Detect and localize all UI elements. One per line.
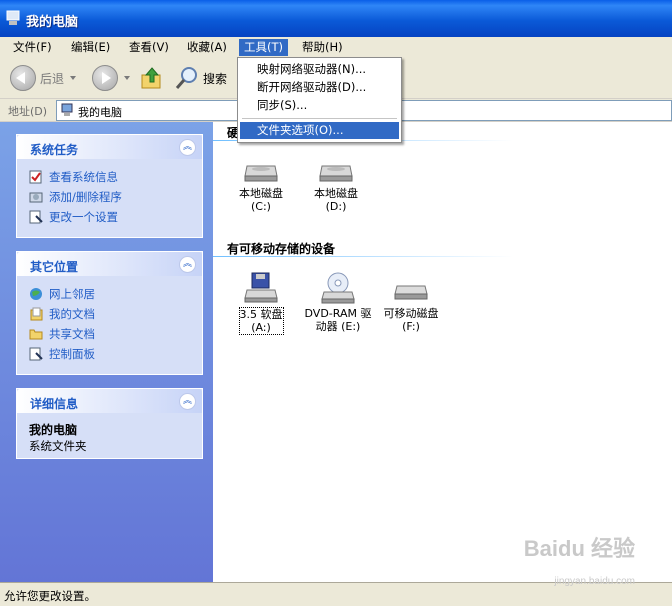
system-tasks-panel: 系统任务 ︽ 查看系统信息 添加/删除程序 更改一个设置	[16, 134, 203, 238]
settings-icon	[29, 210, 43, 224]
panel-header[interactable]: 其它位置 ︽	[17, 252, 202, 276]
panel-header[interactable]: 系统任务 ︽	[17, 135, 202, 159]
link-label: 我的文档	[49, 307, 95, 321]
menu-view[interactable]: 查看(V)	[124, 39, 174, 56]
back-arrow-icon	[10, 65, 36, 91]
drive-label: DVD-RAM 驱动器 (E:)	[304, 307, 372, 333]
hard-drive-icon	[244, 165, 278, 182]
add-remove-programs-icon	[29, 192, 43, 203]
address-label: 地址(D)	[8, 105, 48, 118]
collapse-icon[interactable]: ︽	[179, 139, 196, 156]
link-control-panel[interactable]: 控制面板	[29, 344, 190, 364]
menu-item-map-network-drive[interactable]: 映射网络驱动器(N)...	[240, 61, 399, 78]
drive-d[interactable]: 本地磁盘 (D:)	[301, 158, 371, 213]
panel-title: 系统任务	[30, 143, 79, 157]
drive-label: 3.5 软盘 (A:)	[238, 307, 284, 335]
system-info-icon	[29, 170, 42, 184]
up-folder-button[interactable]	[141, 64, 163, 92]
drive-label: 本地磁盘 (D:)	[314, 187, 358, 213]
drive-label: 可移动磁盘 (F:)	[383, 307, 439, 333]
menu-edit[interactable]: 编辑(E)	[66, 39, 115, 56]
removable-group-title: 有可移动存储的设备	[227, 242, 336, 256]
menu-item-folder-options[interactable]: 文件夹选项(O)...	[240, 122, 399, 139]
link-my-documents[interactable]: 我的文档	[29, 304, 190, 324]
link-network-places[interactable]: 网上邻居	[29, 284, 190, 304]
my-documents-icon	[30, 307, 43, 321]
window-title: 我的电脑	[26, 15, 79, 30]
search-button[interactable]: 搜索	[175, 64, 227, 92]
dvd-drive-icon	[321, 272, 355, 304]
back-button[interactable]: 后退	[10, 64, 77, 92]
collapse-icon[interactable]: ︽	[179, 393, 196, 410]
watermark-text: Baidu 经验	[523, 536, 635, 561]
other-places-panel: 其它位置 ︽ 网上邻居 我的文档 共享文档 控制面板	[16, 251, 203, 375]
task-pane: 系统任务 ︽ 查看系统信息 添加/删除程序 更改一个设置 其它位置 ︽ 网上邻居…	[0, 122, 213, 582]
my-computer-icon	[61, 103, 73, 116]
menu-help[interactable]: 帮助(H)	[297, 39, 348, 56]
menu-item-synchronize[interactable]: 同步(S)...	[240, 97, 399, 114]
link-shared-documents[interactable]: 共享文档	[29, 324, 190, 344]
link-label: 控制面板	[49, 347, 95, 361]
drive-label: 本地磁盘 (C:)	[239, 187, 283, 213]
link-label: 更改一个设置	[49, 210, 118, 224]
my-computer-icon	[6, 10, 20, 25]
collapse-icon[interactable]: ︽	[179, 256, 196, 273]
search-icon	[175, 67, 197, 89]
menu-item-disconnect-network-drive[interactable]: 断开网络驱动器(D)...	[240, 79, 399, 96]
drive-e[interactable]: DVD-RAM 驱动器 (E:)	[302, 272, 374, 333]
back-label: 后退	[40, 71, 65, 86]
link-label: 添加/删除程序	[49, 190, 122, 204]
drive-c[interactable]: 本地磁盘 (C:)	[226, 158, 296, 213]
chevron-down-icon[interactable]	[70, 76, 77, 80]
menu-tools[interactable]: 工具(T)	[239, 39, 288, 56]
search-label: 搜索	[203, 71, 228, 86]
shared-folder-icon	[29, 329, 43, 340]
link-change-setting[interactable]: 更改一个设置	[29, 207, 190, 227]
network-icon	[30, 288, 42, 300]
group-divider	[213, 256, 513, 257]
panel-title: 其它位置	[30, 260, 79, 274]
chevron-down-icon[interactable]	[124, 76, 130, 80]
forward-button[interactable]	[92, 64, 130, 92]
link-add-remove-programs[interactable]: 添加/删除程序	[29, 187, 190, 207]
baidu-watermark: Baidu 经验 jingyan.baidu.com	[515, 531, 635, 587]
control-panel-icon	[29, 347, 43, 361]
link-label: 网上邻居	[49, 287, 95, 301]
panel-header[interactable]: 详细信息 ︽	[17, 389, 202, 413]
tools-dropdown-menu: 映射网络驱动器(N)... 断开网络驱动器(D)... 同步(S)... 文件夹…	[237, 57, 402, 143]
watermark-url: jingyan.baidu.com	[554, 576, 635, 587]
title-bar[interactable]: 我的电脑	[0, 0, 672, 37]
address-value: 我的电脑	[78, 106, 122, 119]
link-label: 共享文档	[49, 327, 95, 341]
menu-separator	[242, 118, 397, 119]
panel-title: 详细信息	[30, 397, 79, 411]
forward-arrow-icon	[92, 65, 118, 91]
detail-name: 我的电脑	[29, 423, 78, 437]
link-label: 查看系统信息	[49, 170, 118, 184]
up-folder-icon	[141, 67, 161, 89]
content-pane: 硬 本地磁盘 (C:) 本地磁盘 (D:) 有可移动存储的设备 3.5 软盘 (…	[213, 122, 672, 582]
menu-favorites[interactable]: 收藏(A)	[182, 39, 232, 56]
link-view-system-info[interactable]: 查看系统信息	[29, 167, 190, 187]
status-text: 允许您更改设置。	[4, 589, 96, 603]
removable-disk-icon	[394, 285, 428, 300]
floppy-drive-icon	[244, 272, 278, 303]
details-panel: 详细信息 ︽ 我的电脑 系统文件夹	[16, 388, 203, 459]
drive-a[interactable]: 3.5 软盘 (A:)	[226, 272, 296, 335]
menu-file[interactable]: 文件(F)	[8, 39, 57, 56]
drive-f[interactable]: 可移动磁盘 (F:)	[376, 272, 446, 333]
hard-drive-icon	[319, 165, 353, 182]
detail-type: 系统文件夹	[29, 439, 87, 453]
menu-bar: 文件(F) 编辑(E) 查看(V) 收藏(A) 工具(T) 帮助(H)	[0, 37, 672, 59]
